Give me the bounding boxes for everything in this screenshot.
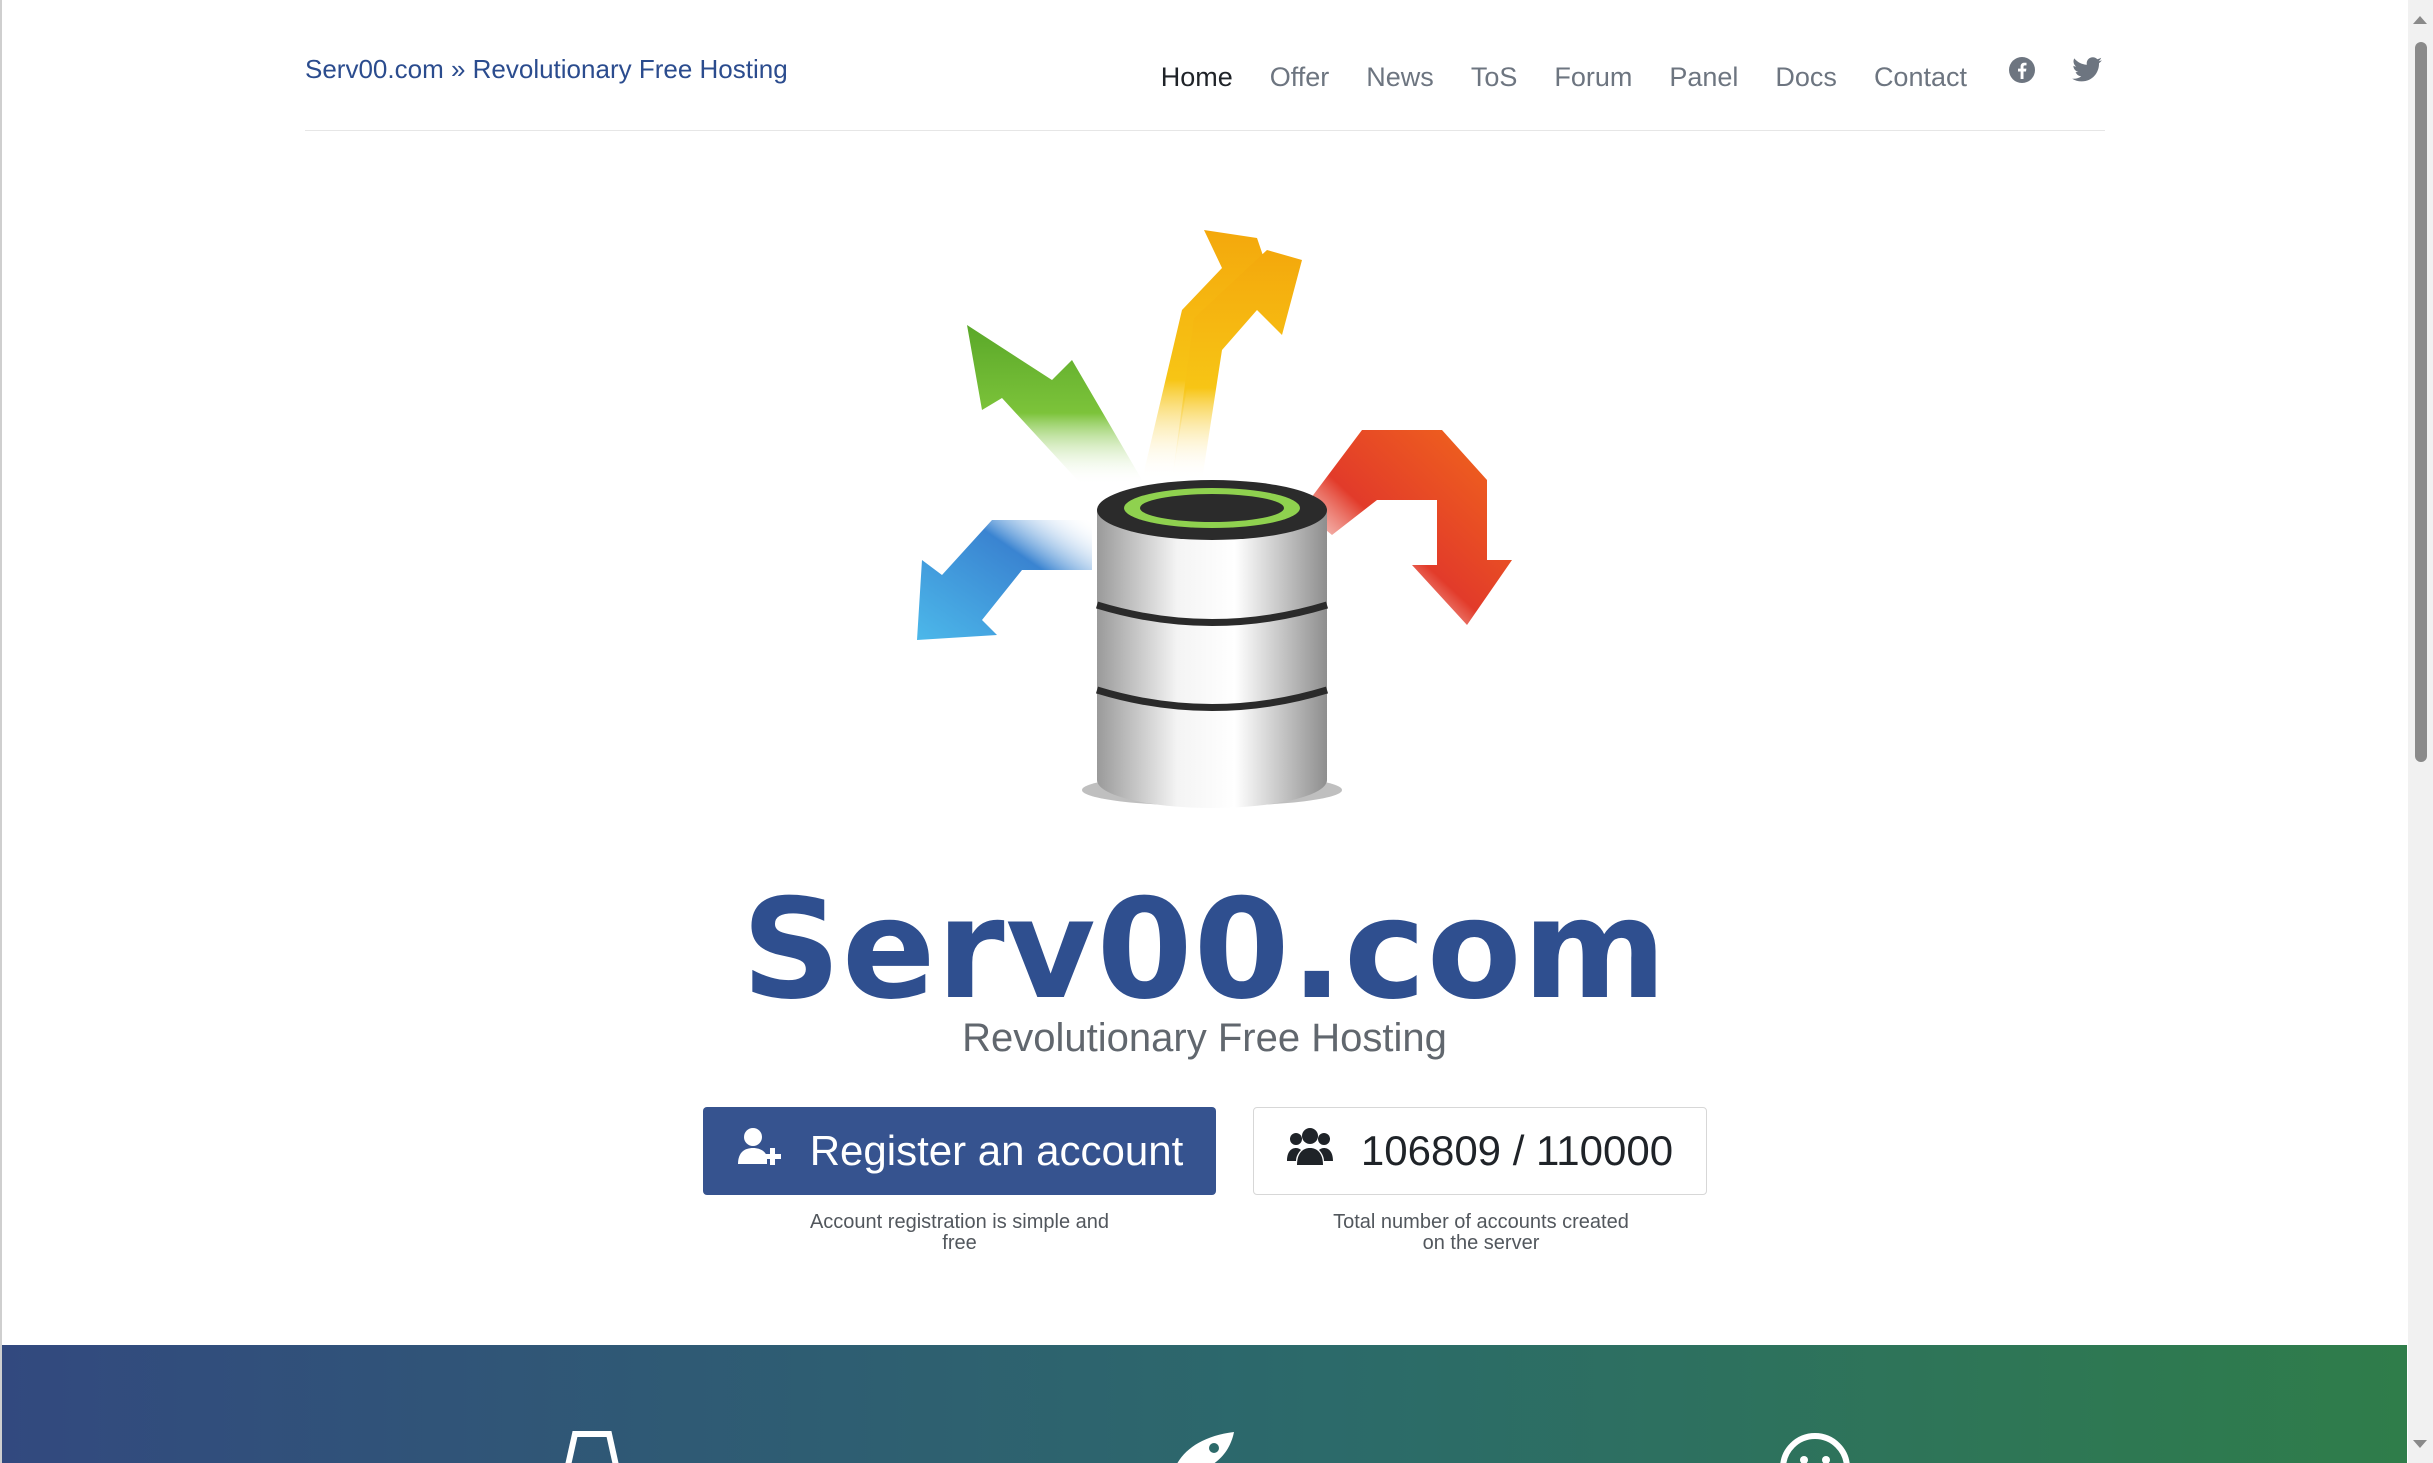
brand-link[interactable]: Serv00.com » Revolutionary Free Hosting xyxy=(305,54,788,85)
twitter-icon[interactable] xyxy=(2071,55,2102,85)
site-title: Serv00.com xyxy=(741,869,1668,1030)
page: Serv00.com » Revolutionary Free Hosting … xyxy=(0,0,2407,1463)
nav-offer[interactable]: Offer xyxy=(1270,62,1330,93)
users-icon xyxy=(1286,1126,1333,1176)
nav-contact[interactable]: Contact xyxy=(1874,62,1967,93)
scrollbar-thumb[interactable] xyxy=(2415,42,2427,762)
scroll-up-arrow[interactable] xyxy=(2413,16,2427,24)
vertical-scrollbar[interactable] xyxy=(2408,0,2433,1463)
database-logo-graphic xyxy=(917,230,1512,808)
nav-news[interactable]: News xyxy=(1366,62,1434,93)
header-divider xyxy=(305,130,2105,131)
account-count-value: 106809 / 110000 xyxy=(1360,1127,1674,1174)
account-counter: 106809 / 110000 xyxy=(1253,1107,1707,1195)
facebook-icon[interactable] xyxy=(2007,55,2037,85)
register-button-label: Register an account xyxy=(809,1127,1184,1174)
site-subtitle: Revolutionary Free Hosting xyxy=(962,1016,1447,1060)
nav-forum[interactable]: Forum xyxy=(1554,62,1632,93)
scroll-down-arrow[interactable] xyxy=(2413,1440,2427,1448)
nav-docs[interactable]: Docs xyxy=(1775,62,1837,93)
social-links xyxy=(2007,55,2102,85)
main-nav: Home Offer News ToS Forum Panel Docs Con… xyxy=(1124,56,2102,93)
count-caption: Total number of accounts created on the … xyxy=(1333,1211,1629,1254)
nav-tos[interactable]: ToS xyxy=(1471,62,1518,93)
features-band xyxy=(2,1345,2407,1463)
register-account-button[interactable]: Register an account xyxy=(703,1107,1216,1195)
user-plus-icon xyxy=(736,1126,784,1176)
nav-panel[interactable]: Panel xyxy=(1669,62,1738,93)
cup-icon xyxy=(565,1431,619,1463)
rocket-icon xyxy=(1177,1432,1234,1463)
smiley-icon xyxy=(1780,1433,1850,1463)
nav-home[interactable]: Home xyxy=(1161,62,1233,93)
register-caption: Account registration is simple and free xyxy=(809,1211,1110,1254)
